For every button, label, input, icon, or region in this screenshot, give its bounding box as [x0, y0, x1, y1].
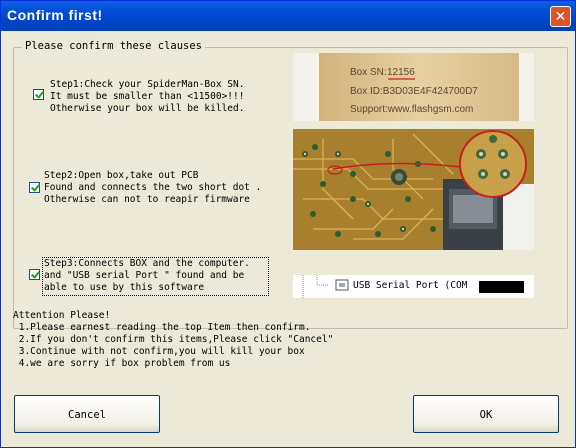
- step1-text: Step1:Check your SpiderMan-Box SN. It mu…: [50, 79, 245, 114]
- box-id-text: Box ID:B3D03E4F424700D7: [350, 86, 478, 97]
- attention-panel: Attention Please! 1.Please earnest readi…: [13, 310, 566, 374]
- attention-line-2: 2.If you don't confirm this items,Please…: [13, 334, 334, 345]
- clauses-legend: Please confirm these clauses: [22, 40, 206, 52]
- ok-button[interactable]: OK: [413, 395, 559, 433]
- attention-line-4: 4.we are sorry if box problem from us: [13, 358, 231, 369]
- step1-checkbox[interactable]: [33, 89, 44, 100]
- step3-text: Step3:Connects BOX and the computer. and…: [44, 258, 250, 293]
- box-sn-value: 12156: [387, 67, 415, 78]
- pcb-image: [293, 129, 534, 250]
- cancel-button[interactable]: Cancel: [14, 395, 160, 433]
- usb-port-icon: [335, 279, 349, 291]
- box-label-photo: Box SN: 12156 Box ID:B3D03E4F424700D7 Su…: [293, 53, 534, 121]
- box-sn-label: Box SN:: [350, 67, 387, 78]
- attention-title: Attention Please!: [13, 310, 111, 321]
- attention-line-1: 1.Please earnest reading the top Item th…: [13, 322, 311, 333]
- close-button[interactable]: ✕: [550, 6, 571, 27]
- window-title: Confirm first!: [7, 7, 103, 23]
- dialog-window: Confirm first! ✕ Please confirm these cl…: [0, 0, 576, 448]
- usb-serial-port-item: USB Serial Port (COM: [353, 280, 468, 291]
- device-tree-panel: USB Serial Port (COM: [293, 275, 534, 298]
- dialog-body: Please confirm these clauses Step1:Check…: [4, 31, 572, 444]
- box-support-text: Support:www.flashgsm.com: [350, 104, 474, 115]
- pcb-photo: [293, 129, 534, 250]
- title-bar[interactable]: Confirm first! ✕: [1, 1, 575, 31]
- redacted-port-number: [479, 281, 524, 293]
- step2-text: Step2:Open box,take out PCB Found and co…: [44, 170, 262, 205]
- attention-line-3: 3.Continue with not confirm,you will kil…: [13, 346, 305, 357]
- step2-checkbox[interactable]: [29, 182, 40, 193]
- step3-checkbox[interactable]: [29, 269, 40, 280]
